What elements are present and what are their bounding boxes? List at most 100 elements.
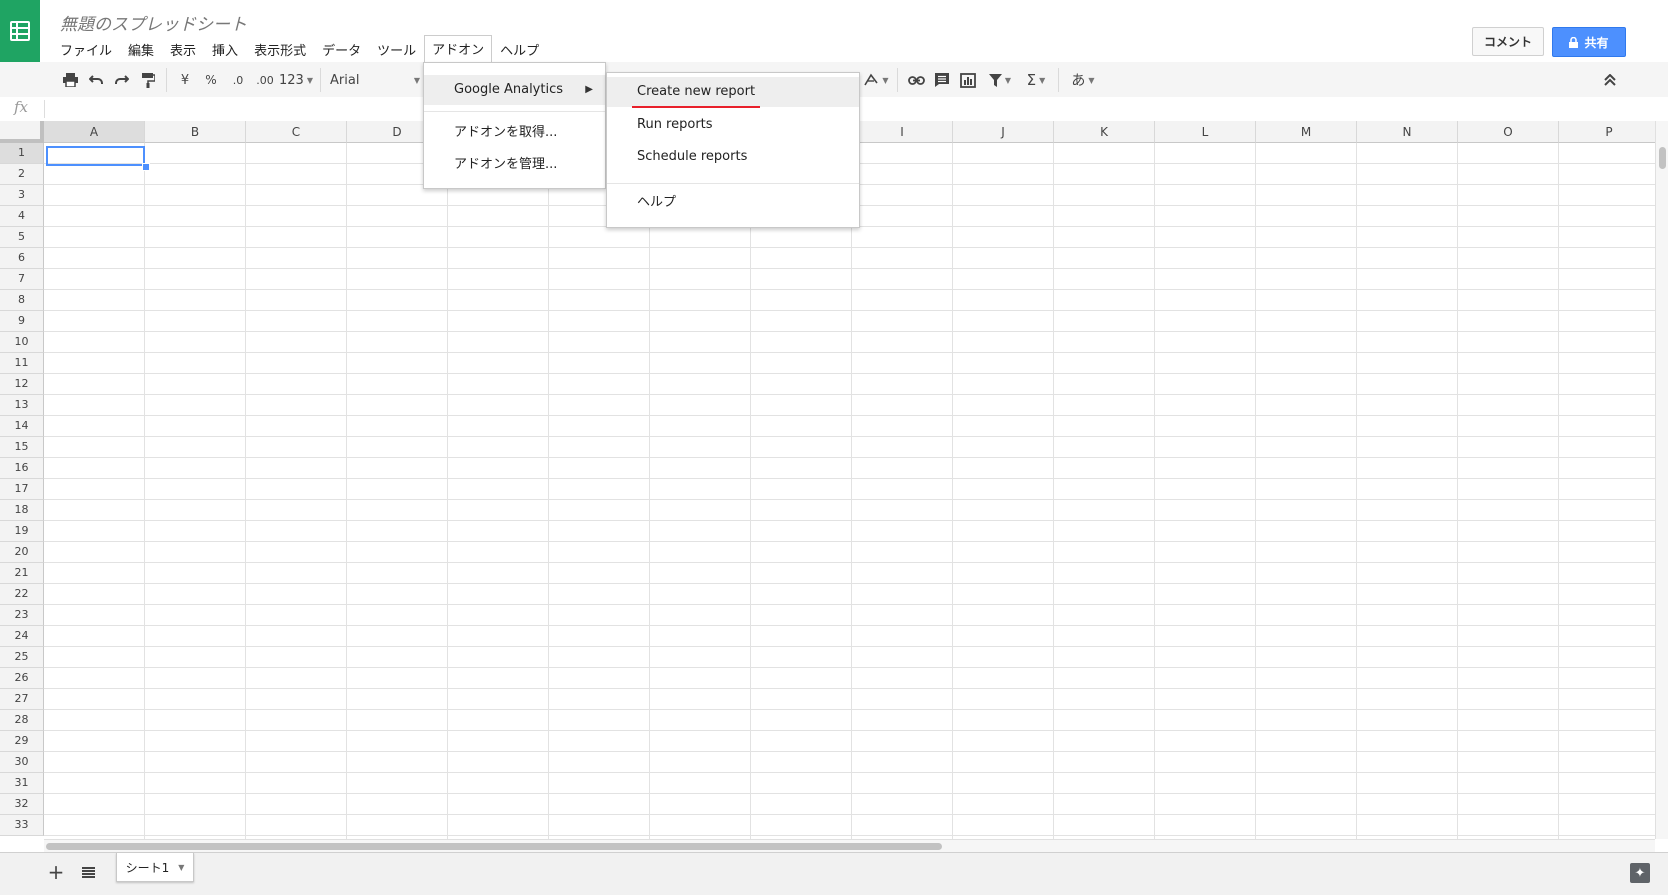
menu-item-manage-addons[interactable]: アドオンを管理... <box>424 150 605 180</box>
undo-icon[interactable] <box>86 69 106 91</box>
menu-edit[interactable]: 編集 <box>120 36 162 63</box>
redo-icon[interactable] <box>112 69 132 91</box>
menu-data[interactable]: データ <box>314 36 369 63</box>
chevron-down-icon: ▼ <box>1004 75 1012 85</box>
row-header-12[interactable]: 12 <box>0 374 44 395</box>
sheets-logo-icon[interactable] <box>0 0 40 62</box>
share-button[interactable]: 共有 <box>1552 27 1626 57</box>
row-header-24[interactable]: 24 <box>0 626 44 647</box>
column-header-c[interactable]: C <box>246 121 347 143</box>
column-header-n[interactable]: N <box>1357 121 1458 143</box>
row-header-10[interactable]: 10 <box>0 332 44 353</box>
row-header-19[interactable]: 19 <box>0 521 44 542</box>
row-header-26[interactable]: 26 <box>0 668 44 689</box>
menu-tools[interactable]: ツール <box>369 36 424 63</box>
sheet-tab-label: シート1 <box>125 860 170 875</box>
filter-dropdown[interactable]: ▼ <box>983 69 1017 91</box>
row-header-14[interactable]: 14 <box>0 416 44 437</box>
insert-link-icon[interactable] <box>906 69 926 91</box>
filter-icon <box>988 73 1002 87</box>
column-header-l[interactable]: L <box>1155 121 1256 143</box>
insert-chart-icon[interactable] <box>958 69 978 91</box>
row-header-2[interactable]: 2 <box>0 164 44 185</box>
decrease-decimal-button[interactable]: .0 <box>226 69 250 91</box>
menu-item-run-reports[interactable]: Run reports <box>607 110 859 140</box>
column-header-p[interactable]: P <box>1559 121 1655 143</box>
vertical-scrollbar[interactable] <box>1655 121 1668 839</box>
row-header-11[interactable]: 11 <box>0 353 44 374</box>
menu-item-help[interactable]: ヘルプ <box>607 188 859 218</box>
increase-decimal-button[interactable]: .00 <box>252 69 278 91</box>
submenu-arrow-icon: ▶ <box>585 84 593 95</box>
cell-area[interactable] <box>44 143 1655 839</box>
column-header-b[interactable]: B <box>145 121 246 143</box>
all-sheets-list-icon[interactable] <box>78 861 98 883</box>
text-rotation-dropdown[interactable]: ▼ <box>862 69 890 91</box>
menu-help[interactable]: ヘルプ <box>492 36 547 63</box>
row-header-7[interactable]: 7 <box>0 269 44 290</box>
row-header-9[interactable]: 9 <box>0 311 44 332</box>
column-header-k[interactable]: K <box>1054 121 1155 143</box>
chevron-down-icon[interactable]: ▼ <box>178 863 184 872</box>
column-header-m[interactable]: M <box>1256 121 1357 143</box>
row-header-23[interactable]: 23 <box>0 605 44 626</box>
row-header-17[interactable]: 17 <box>0 479 44 500</box>
row-header-27[interactable]: 27 <box>0 689 44 710</box>
row-header-21[interactable]: 21 <box>0 563 44 584</box>
row-header-15[interactable]: 15 <box>0 437 44 458</box>
percent-format-button[interactable]: % <box>201 69 221 91</box>
input-tools-dropdown[interactable]: あ ▼ <box>1066 69 1100 91</box>
row-header-22[interactable]: 22 <box>0 584 44 605</box>
comment-button[interactable]: コメント <box>1472 27 1544 56</box>
row-header-13[interactable]: 13 <box>0 395 44 416</box>
more-formats-dropdown[interactable]: 123 ▼ <box>278 69 314 91</box>
menu-format[interactable]: 表示形式 <box>246 36 314 63</box>
column-header-j[interactable]: J <box>953 121 1054 143</box>
select-all-corner[interactable] <box>0 121 44 143</box>
row-header-28[interactable]: 28 <box>0 710 44 731</box>
row-header-20[interactable]: 20 <box>0 542 44 563</box>
functions-dropdown[interactable]: Σ ▼ <box>1021 69 1051 91</box>
menu-addons[interactable]: アドオン <box>424 34 493 64</box>
insert-comment-icon[interactable] <box>932 69 952 91</box>
row-header-4[interactable]: 4 <box>0 206 44 227</box>
active-cell-a1[interactable] <box>46 146 145 166</box>
horizontal-scroll-thumb[interactable] <box>46 843 942 850</box>
row-header-8[interactable]: 8 <box>0 290 44 311</box>
font-family-dropdown[interactable]: Arial ▼ <box>330 69 420 91</box>
row-header-6[interactable]: 6 <box>0 248 44 269</box>
collapse-menu-icon[interactable] <box>1600 69 1620 91</box>
menu-item-google-analytics[interactable]: Google Analytics ▶ <box>424 75 605 105</box>
row-header-31[interactable]: 31 <box>0 773 44 794</box>
print-icon[interactable] <box>60 69 80 91</box>
document-title[interactable]: 無題のスプレッドシート <box>60 10 247 35</box>
row-header-30[interactable]: 30 <box>0 752 44 773</box>
menu-item-schedule-reports[interactable]: Schedule reports <box>607 142 859 172</box>
menu-item-get-addons[interactable]: アドオンを取得... <box>424 118 605 148</box>
menu-item-create-new-report[interactable]: Create new report <box>607 77 859 107</box>
menu-insert[interactable]: 挿入 <box>204 36 246 63</box>
row-header-1[interactable]: 1 <box>0 143 44 164</box>
sheet-tab[interactable]: シート1 ▼ <box>116 853 194 882</box>
row-header-3[interactable]: 3 <box>0 185 44 206</box>
toolbar-separator <box>897 68 898 92</box>
row-header-33[interactable]: 33 <box>0 815 44 836</box>
horizontal-scrollbar[interactable] <box>44 839 1655 852</box>
menu-file[interactable]: ファイル <box>52 36 120 63</box>
row-header-25[interactable]: 25 <box>0 647 44 668</box>
currency-format-button[interactable]: ¥ <box>176 69 194 91</box>
fill-handle[interactable] <box>142 163 150 171</box>
vertical-scroll-thumb[interactable] <box>1659 147 1666 169</box>
column-header-a[interactable]: A <box>44 121 145 143</box>
paint-format-icon[interactable] <box>138 69 158 91</box>
row-header-18[interactable]: 18 <box>0 500 44 521</box>
menu-view[interactable]: 表示 <box>162 36 204 63</box>
row-header-5[interactable]: 5 <box>0 227 44 248</box>
row-header-16[interactable]: 16 <box>0 458 44 479</box>
row-header-29[interactable]: 29 <box>0 731 44 752</box>
add-sheet-icon[interactable]: + <box>46 860 66 884</box>
explore-icon[interactable]: ✦ <box>1630 863 1650 883</box>
row-header-32[interactable]: 32 <box>0 794 44 815</box>
column-header-i[interactable]: I <box>852 121 953 143</box>
column-header-o[interactable]: O <box>1458 121 1559 143</box>
